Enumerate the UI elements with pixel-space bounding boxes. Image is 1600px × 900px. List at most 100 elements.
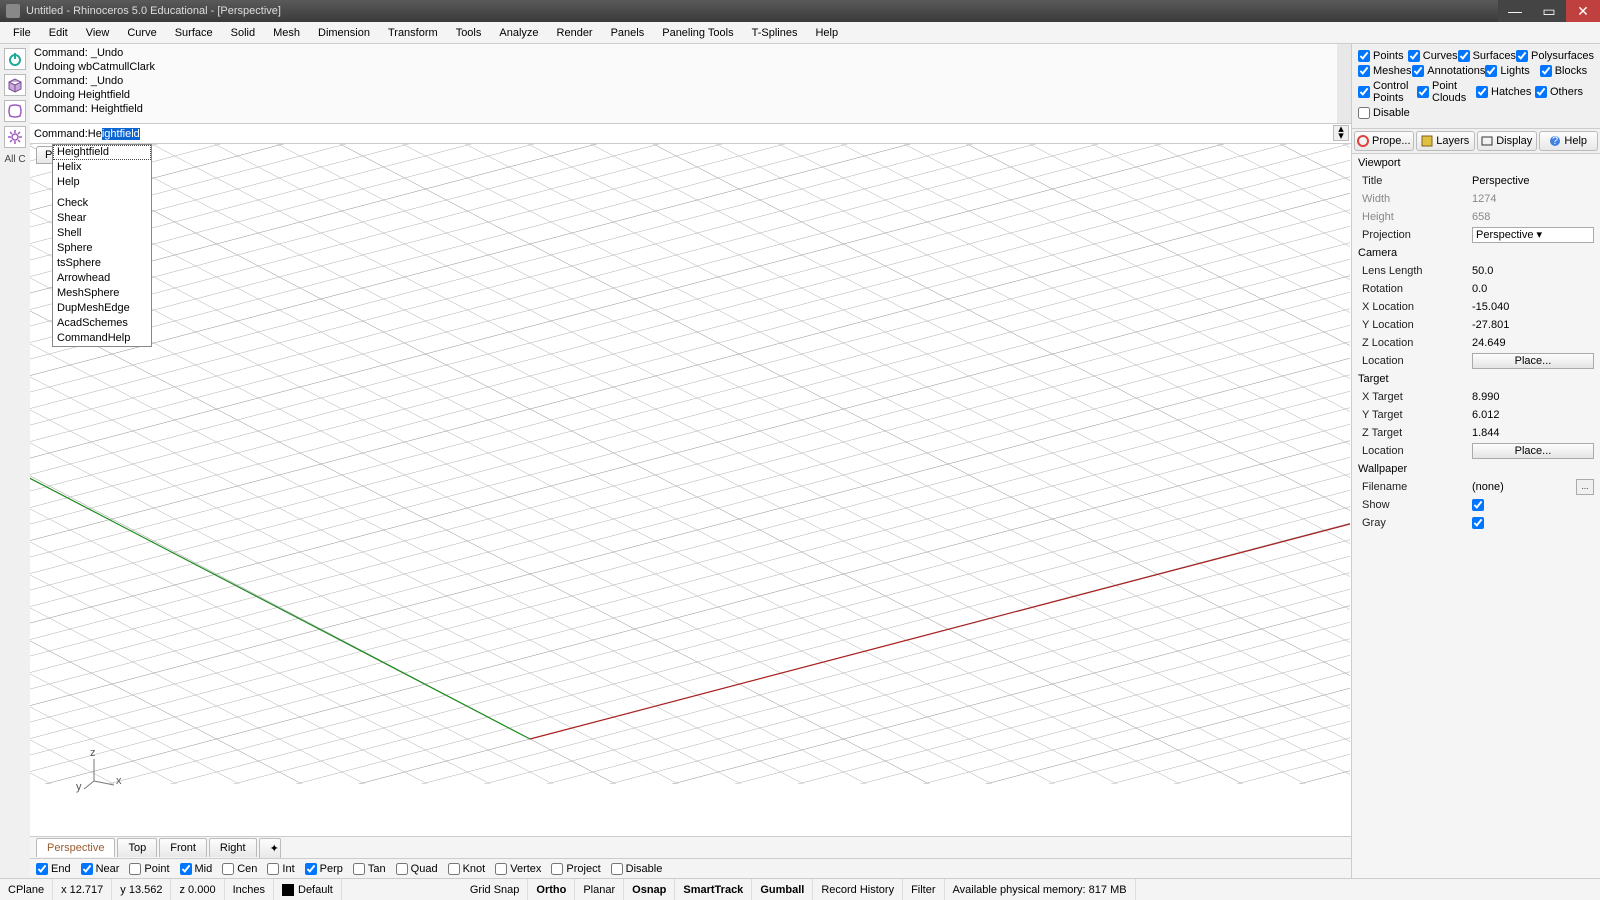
command-history[interactable]: Command: _UndoUndoing wbCatmullClarkComm…: [30, 44, 1351, 124]
panel-tab-help[interactable]: ?Help: [1539, 131, 1598, 151]
maximize-button[interactable]: ▭: [1532, 0, 1566, 22]
status-toggle-ortho[interactable]: Ortho: [528, 879, 575, 900]
minimize-button[interactable]: —: [1498, 0, 1532, 22]
filter-surfaces[interactable]: Surfaces: [1458, 50, 1516, 62]
filter-points[interactable]: Points: [1358, 50, 1408, 62]
status-toggle-osnap[interactable]: Osnap: [624, 879, 675, 900]
osnap-tan[interactable]: Tan: [353, 863, 386, 875]
view-tab-perspective[interactable]: Perspective: [36, 838, 115, 857]
autocomplete-item[interactable]: Shell: [53, 226, 151, 241]
status-units[interactable]: Inches: [225, 879, 274, 900]
autocomplete-item[interactable]: AcadSchemes: [53, 316, 151, 331]
status-x[interactable]: x 12.717: [53, 879, 112, 900]
status-toggle-gumball[interactable]: Gumball: [752, 879, 813, 900]
status-layer[interactable]: Default: [274, 879, 342, 900]
status-memory[interactable]: Available physical memory: 817 MB: [945, 879, 1136, 900]
autocomplete-item[interactable]: Shear: [53, 211, 151, 226]
menu-panels[interactable]: Panels: [602, 25, 654, 41]
browse-button[interactable]: ...: [1576, 479, 1594, 495]
panel-tab-layers[interactable]: Layers: [1416, 131, 1475, 151]
status-toggle-planar[interactable]: Planar: [575, 879, 624, 900]
autocomplete-item[interactable]: MeshSphere: [53, 286, 151, 301]
close-button[interactable]: ✕: [1566, 0, 1600, 22]
place-button[interactable]: Place...: [1472, 443, 1594, 459]
wire-icon[interactable]: [4, 100, 26, 122]
view-tab-add[interactable]: ✦: [259, 838, 281, 858]
gear-icon[interactable]: [4, 126, 26, 148]
autocomplete-item[interactable]: Helix: [53, 160, 151, 175]
menu-edit[interactable]: Edit: [40, 25, 77, 41]
filter-disable[interactable]: Disable: [1358, 107, 1440, 119]
autocomplete-item[interactable]: tsSphere: [53, 256, 151, 271]
menu-solid[interactable]: Solid: [222, 25, 264, 41]
filter-polysurfaces[interactable]: Polysurfaces: [1516, 50, 1594, 62]
menu-t-splines[interactable]: T-Splines: [743, 25, 807, 41]
status-toggle-filter[interactable]: Filter: [903, 879, 944, 900]
menu-transform[interactable]: Transform: [379, 25, 447, 41]
filter-others[interactable]: Others: [1535, 80, 1594, 104]
osnap-end[interactable]: End: [36, 863, 71, 875]
status-y[interactable]: y 13.562: [112, 879, 171, 900]
history-line: Command: Heightfield: [34, 102, 1347, 116]
menu-curve[interactable]: Curve: [118, 25, 165, 41]
autocomplete-item[interactable]: Arrowhead: [53, 271, 151, 286]
panel-tab-display[interactable]: Display: [1477, 131, 1536, 151]
menu-paneling-tools[interactable]: Paneling Tools: [653, 25, 742, 41]
section-wallpaper: Wallpaper: [1352, 460, 1600, 478]
menu-surface[interactable]: Surface: [166, 25, 222, 41]
view-tab-right[interactable]: Right: [209, 838, 257, 857]
osnap-cen[interactable]: Cen: [222, 863, 257, 875]
panel-tab-prope[interactable]: Prope...: [1354, 131, 1414, 151]
viewport[interactable]: Perspective HeightfieldHelixHelpCheckShe…: [30, 144, 1351, 836]
prop-show: Show: [1352, 496, 1600, 514]
osnap-mid[interactable]: Mid: [180, 863, 213, 875]
filter-meshes[interactable]: Meshes: [1358, 65, 1412, 77]
menu-file[interactable]: File: [4, 25, 40, 41]
osnap-knot[interactable]: Knot: [448, 863, 486, 875]
filter-control-points[interactable]: Control Points: [1358, 80, 1417, 104]
filter-blocks[interactable]: Blocks: [1540, 65, 1594, 77]
autocomplete-item[interactable]: Sphere: [53, 241, 151, 256]
osnap-quad[interactable]: Quad: [396, 863, 438, 875]
autocomplete-dropdown[interactable]: HeightfieldHelixHelp CheckShearShellSpher…: [52, 144, 152, 347]
menu-view[interactable]: View: [77, 25, 119, 41]
osnap-near[interactable]: Near: [81, 863, 120, 875]
filter-hatches[interactable]: Hatches: [1476, 80, 1535, 104]
box-icon[interactable]: [4, 74, 26, 96]
filter-point-clouds[interactable]: Point Clouds: [1417, 80, 1476, 104]
view-tab-top[interactable]: Top: [117, 838, 157, 857]
history-spinner[interactable]: ▴▾: [1333, 125, 1349, 141]
osnap-disable[interactable]: Disable: [611, 863, 663, 875]
osnap-perp[interactable]: Perp: [305, 863, 343, 875]
autocomplete-item[interactable]: Check: [53, 196, 151, 211]
power-icon[interactable]: [4, 48, 26, 70]
command-input[interactable]: Command: He ightfield ▴▾: [30, 124, 1351, 144]
status-toggle-smarttrack[interactable]: SmartTrack: [675, 879, 752, 900]
status-bar: CPlanex 12.717y 13.562z 0.000InchesDefau…: [0, 878, 1600, 900]
menu-mesh[interactable]: Mesh: [264, 25, 309, 41]
osnap-vertex[interactable]: Vertex: [495, 863, 541, 875]
command-label: Command:: [34, 128, 88, 140]
menu-dimension[interactable]: Dimension: [309, 25, 379, 41]
menu-help[interactable]: Help: [806, 25, 847, 41]
osnap-int[interactable]: Int: [267, 863, 294, 875]
status-z[interactable]: z 0.000: [171, 879, 224, 900]
menu-analyze[interactable]: Analyze: [490, 25, 547, 41]
status-toggle-record-history[interactable]: Record History: [813, 879, 903, 900]
view-tab-front[interactable]: Front: [159, 838, 207, 857]
filter-annotations[interactable]: Annotations: [1412, 65, 1485, 77]
place-button[interactable]: Place...: [1472, 353, 1594, 369]
autocomplete-item[interactable]: CommandHelp: [53, 331, 151, 346]
osnap-point[interactable]: Point: [129, 863, 169, 875]
filter-lights[interactable]: Lights: [1485, 65, 1539, 77]
autocomplete-item[interactable]: Heightfield: [53, 145, 151, 160]
status-cplane[interactable]: CPlane: [0, 879, 53, 900]
status-toggle-grid-snap[interactable]: Grid Snap: [462, 879, 529, 900]
scrollbar[interactable]: [1337, 44, 1351, 123]
menu-tools[interactable]: Tools: [447, 25, 491, 41]
filter-curves[interactable]: Curves: [1408, 50, 1458, 62]
autocomplete-item[interactable]: DupMeshEdge: [53, 301, 151, 316]
autocomplete-item[interactable]: Help: [53, 175, 151, 190]
osnap-project[interactable]: Project: [551, 863, 600, 875]
menu-render[interactable]: Render: [548, 25, 602, 41]
